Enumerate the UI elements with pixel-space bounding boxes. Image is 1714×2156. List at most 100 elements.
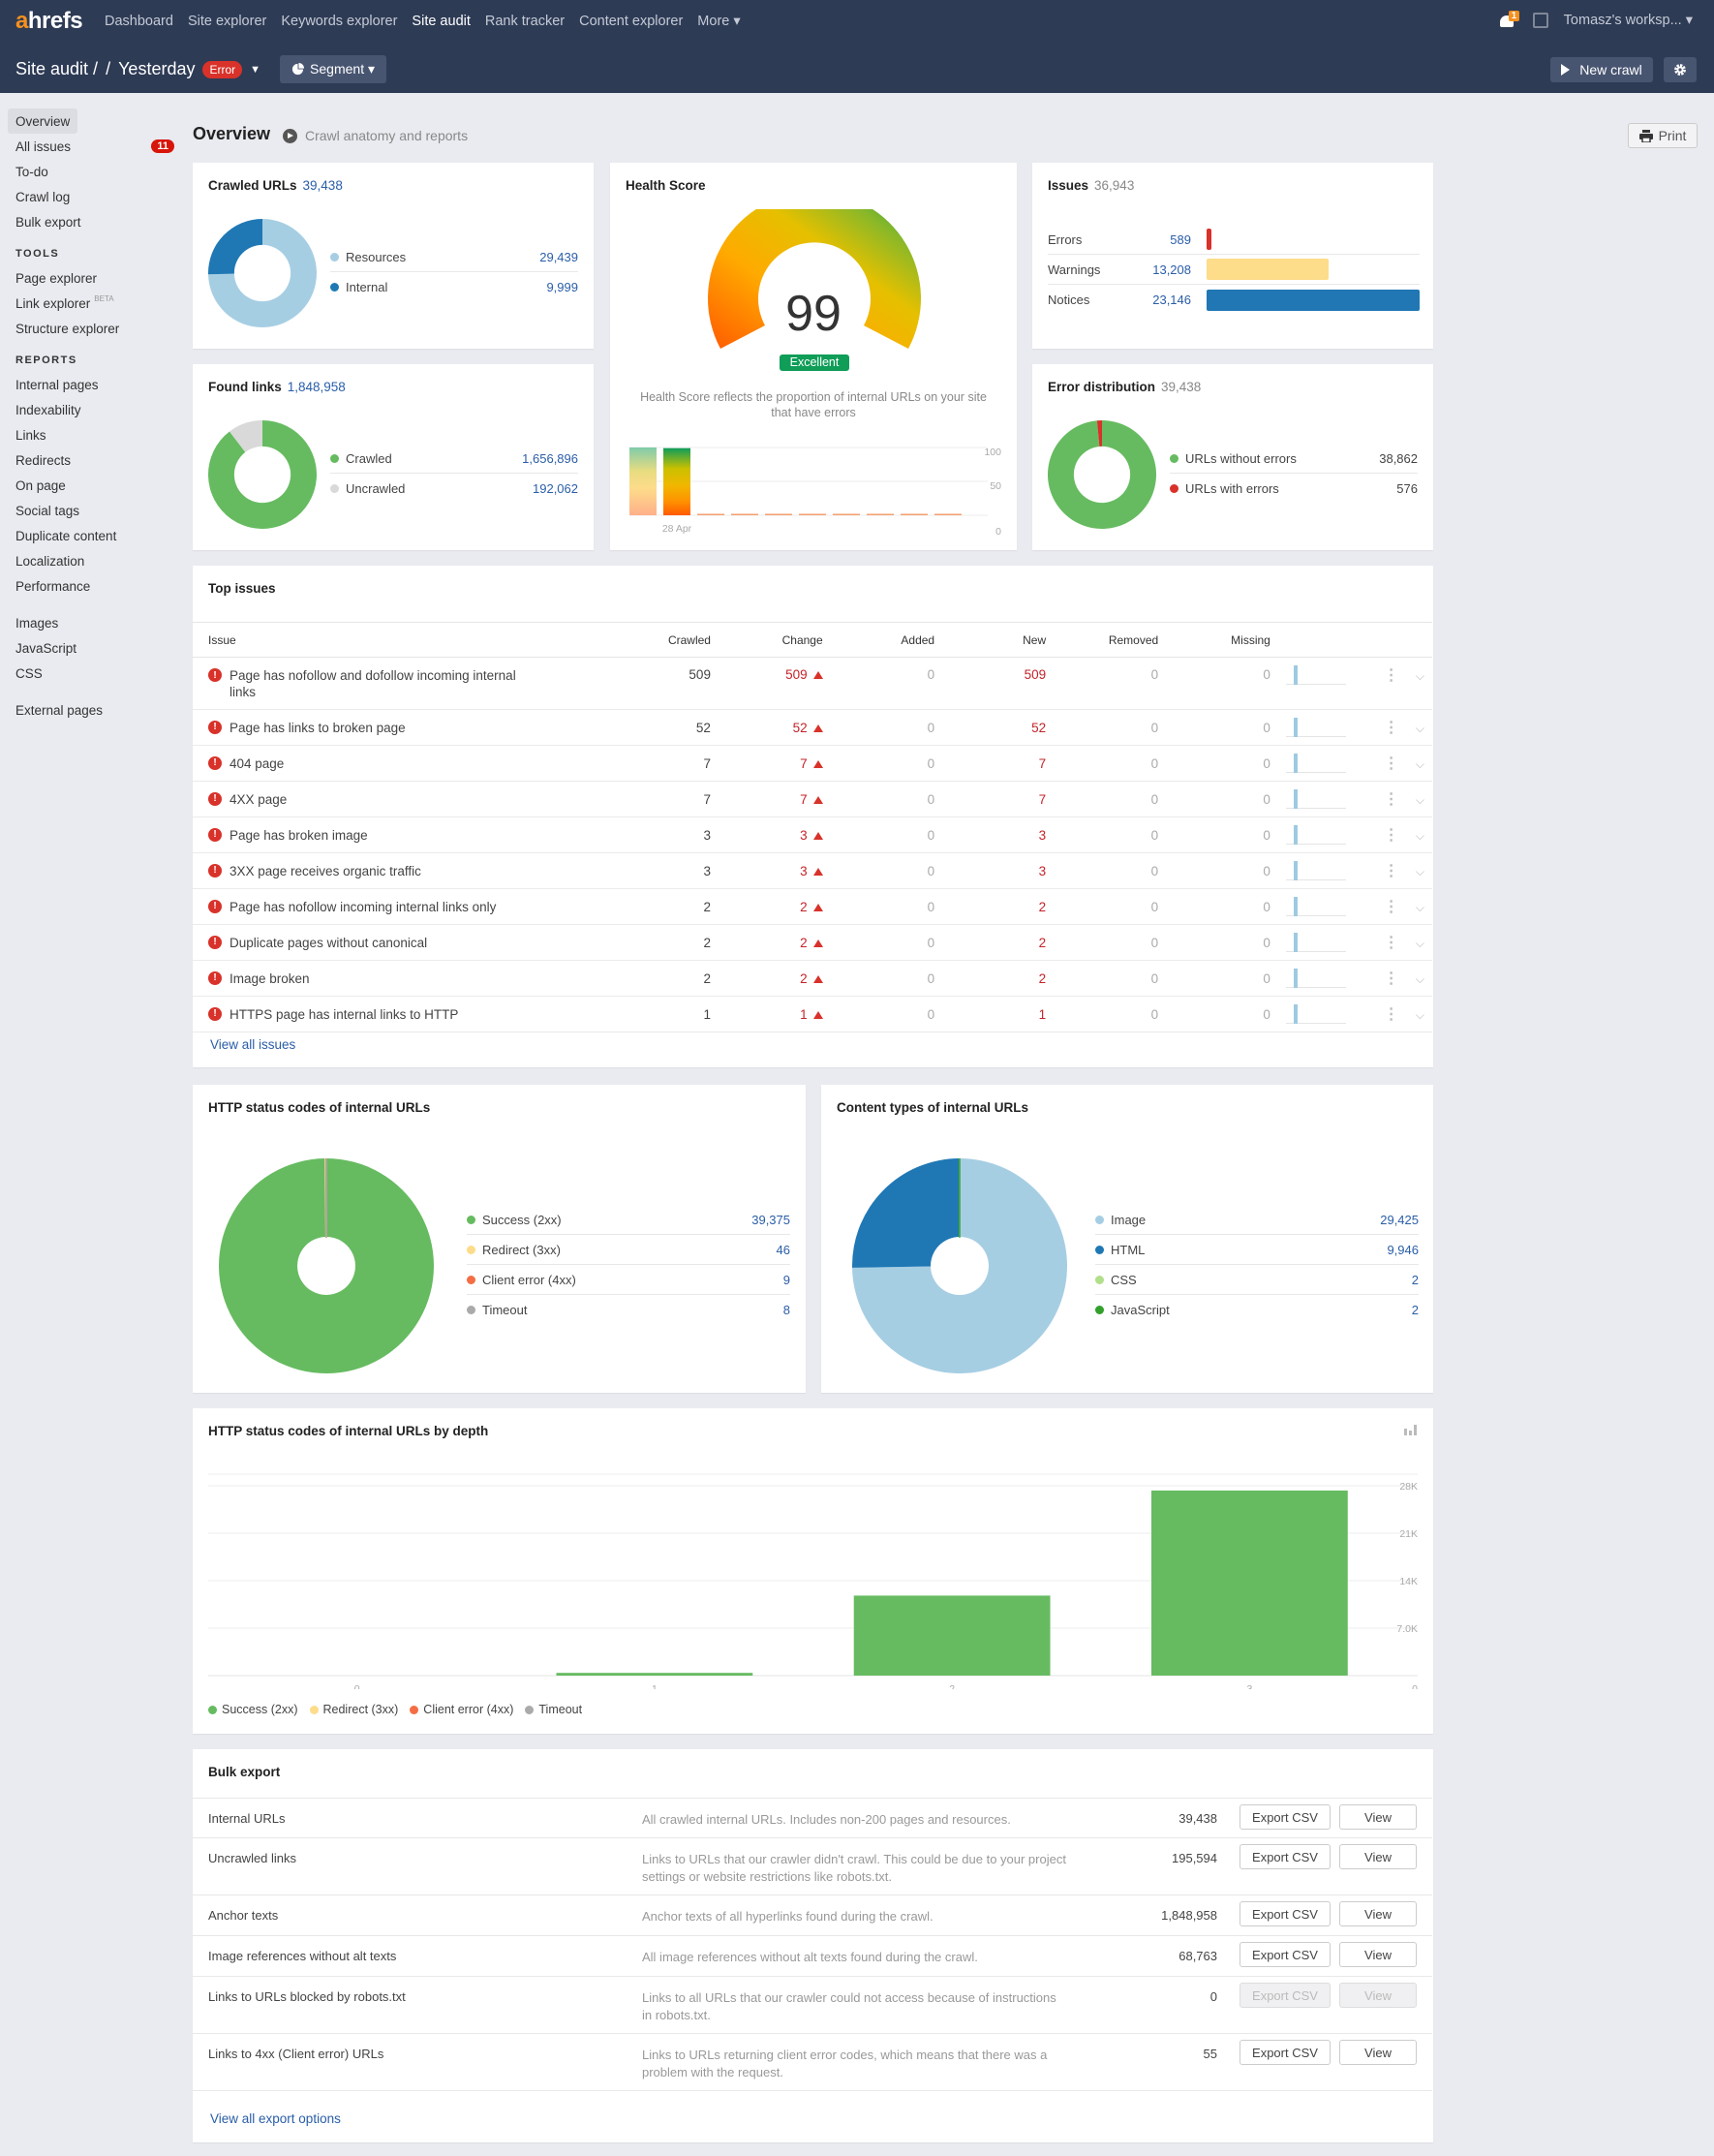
sidebar-item-indexability[interactable]: Indexability (8, 397, 174, 422)
more-options-icon[interactable]: ⋮ (1384, 827, 1399, 844)
notifications-bell-icon[interactable]: 1 (1499, 11, 1520, 29)
legend-item[interactable]: Redirect (3xx) (309, 1703, 398, 1716)
legend-value[interactable]: 29,425 (1380, 1213, 1419, 1227)
issue-added-value[interactable]: 0 (928, 936, 935, 950)
issue-change-value[interactable]: 2 (800, 971, 808, 986)
issue-name[interactable]: Image broken (230, 970, 310, 987)
trend-sparkline[interactable] (1285, 665, 1346, 685)
issue-removed-value[interactable]: 0 (1151, 936, 1159, 950)
issue-missing-value[interactable]: 0 (1263, 900, 1270, 914)
sidebar-item-performance[interactable]: Performance (8, 573, 174, 599)
sidebar-item-external-pages[interactable]: External pages (8, 697, 174, 723)
sidebar-item-bulk-export[interactable]: Bulk export (8, 209, 174, 234)
sidebar-item-crawl-log[interactable]: Crawl log (8, 184, 174, 209)
sidebar-item-javascript[interactable]: JavaScript (8, 635, 174, 661)
column-header-added[interactable]: Added (830, 622, 943, 658)
issue-name[interactable]: Page has nofollow incoming internal link… (230, 899, 496, 915)
legend-value[interactable]: 29,439 (539, 250, 578, 264)
column-header-removed[interactable]: Removed (1054, 622, 1167, 658)
health-history-bar[interactable] (867, 513, 894, 516)
expand-chevron-icon[interactable]: ⌵ (1413, 937, 1424, 950)
legend-value[interactable]: 9,946 (1387, 1243, 1419, 1257)
view-all-export-options-link[interactable]: View all export options (210, 2111, 341, 2126)
trend-sparkline[interactable] (1285, 789, 1346, 809)
legend-value[interactable]: 39,375 (751, 1213, 790, 1227)
trend-sparkline[interactable] (1285, 897, 1346, 916)
content-types-donut[interactable] (852, 1158, 1067, 1373)
issue-added-value[interactable]: 0 (928, 971, 935, 986)
issue-change-value[interactable]: 509 (785, 667, 808, 682)
view-button[interactable]: View (1339, 2040, 1417, 2065)
trend-sparkline[interactable] (1285, 1004, 1346, 1024)
breadcrumb-crawl[interactable]: Yesterday (118, 59, 195, 79)
issue-crawled-value[interactable]: 52 (696, 721, 711, 735)
issue-removed-value[interactable]: 0 (1151, 756, 1159, 771)
legend-value[interactable]: 576 (1396, 481, 1418, 496)
issue-removed-value[interactable]: 0 (1151, 900, 1159, 914)
bar-depth-1-success-2xx-[interactable] (556, 1673, 753, 1676)
issue-name[interactable]: Page has nofollow and dofollow incoming … (230, 667, 537, 700)
nav-item-site-explorer[interactable]: Site explorer (188, 14, 266, 29)
issue-new-value[interactable]: 52 (1031, 721, 1046, 735)
export-csv-button[interactable]: Export CSV (1240, 2040, 1331, 2065)
legend-item[interactable]: Client error (4xx) (410, 1703, 513, 1716)
issue-change-value[interactable]: 2 (800, 936, 808, 950)
crawl-dropdown-caret-icon[interactable]: ▼ (250, 64, 260, 76)
issue-added-value[interactable]: 0 (928, 792, 935, 807)
trend-sparkline[interactable] (1285, 825, 1346, 845)
issue-change-value[interactable]: 2 (800, 900, 808, 914)
expand-chevron-icon[interactable]: ⌵ (1413, 829, 1424, 843)
issue-new-value[interactable]: 2 (1039, 971, 1047, 986)
more-options-icon[interactable]: ⋮ (1384, 1006, 1399, 1023)
column-header-issue[interactable]: Issue (193, 622, 607, 658)
issue-row[interactable]: ! Duplicate pages without canonical 2 2 0 2 0 0… (193, 924, 1432, 961)
breadcrumb-site-audit[interactable]: Site audit / (15, 59, 98, 79)
issue-crawled-value[interactable]: 7 (703, 756, 711, 771)
sidebar-item-localization[interactable]: Localization (8, 548, 174, 573)
issue-removed-value[interactable]: 0 (1151, 721, 1159, 735)
crawled-urls-total[interactable]: 39,438 (303, 178, 343, 193)
issue-change-value[interactable]: 3 (800, 828, 808, 843)
issue-crawled-value[interactable]: 2 (703, 971, 711, 986)
more-options-icon[interactable]: ⋮ (1384, 720, 1399, 736)
issue-added-value[interactable]: 0 (928, 721, 935, 735)
issue-missing-value[interactable]: 0 (1263, 792, 1270, 807)
nav-item-more-[interactable]: More ▾ (697, 14, 740, 29)
column-header-change[interactable]: Change (718, 622, 831, 658)
issue-missing-value[interactable]: 0 (1263, 828, 1270, 843)
issue-change-value[interactable]: 7 (800, 792, 808, 807)
sidebar-item-redirects[interactable]: Redirects (8, 447, 174, 473)
issue-name[interactable]: Page has links to broken page (230, 720, 406, 736)
issue-change-value[interactable]: 3 (800, 864, 808, 878)
issue-row[interactable]: ! Page has links to broken page 52 52 0 52 0 0 ⋮… (193, 709, 1432, 746)
legend-row[interactable]: Client error (4xx) 9 (467, 1265, 790, 1295)
column-header-new[interactable]: New (942, 622, 1055, 658)
health-history-bar[interactable] (833, 513, 860, 516)
issue-new-value[interactable]: 1 (1039, 1007, 1047, 1022)
settings-button[interactable] (1664, 57, 1697, 82)
issue-missing-value[interactable]: 0 (1263, 971, 1270, 986)
issue-name[interactable]: 4XX page (230, 791, 287, 808)
issue-new-value[interactable]: 2 (1039, 900, 1047, 914)
issue-change-value[interactable]: 1 (800, 1007, 808, 1022)
issue-removed-value[interactable]: 0 (1151, 667, 1159, 682)
more-options-icon[interactable]: ⋮ (1384, 755, 1399, 772)
more-options-icon[interactable]: ⋮ (1384, 899, 1399, 915)
health-history-bar[interactable] (765, 513, 792, 516)
issue-new-value[interactable]: 3 (1039, 864, 1047, 878)
more-options-icon[interactable]: ⋮ (1384, 970, 1399, 987)
trend-sparkline[interactable] (1285, 754, 1346, 773)
expand-chevron-icon[interactable]: ⌵ (1413, 901, 1424, 914)
donut-slice-html[interactable] (852, 1158, 960, 1268)
legend-item[interactable]: Success (2xx) (208, 1703, 298, 1716)
export-csv-button[interactable]: Export CSV (1240, 1844, 1331, 1869)
segment-button[interactable]: Segment ▾ (280, 55, 386, 83)
ahrefs-logo[interactable]: ahrefs (15, 8, 83, 35)
issue-crawled-value[interactable]: 3 (703, 828, 711, 843)
http-status-donut[interactable] (219, 1158, 434, 1373)
sidebar-item-all-issues[interactable]: All issues 11 (8, 134, 174, 159)
issue-added-value[interactable]: 0 (928, 864, 935, 878)
issue-row[interactable]: ! 404 page 7 7 0 7 0 0 ⋮ ⌵ (193, 745, 1432, 782)
print-button[interactable]: Print (1628, 123, 1698, 148)
issue-crawled-value[interactable]: 3 (703, 864, 711, 878)
